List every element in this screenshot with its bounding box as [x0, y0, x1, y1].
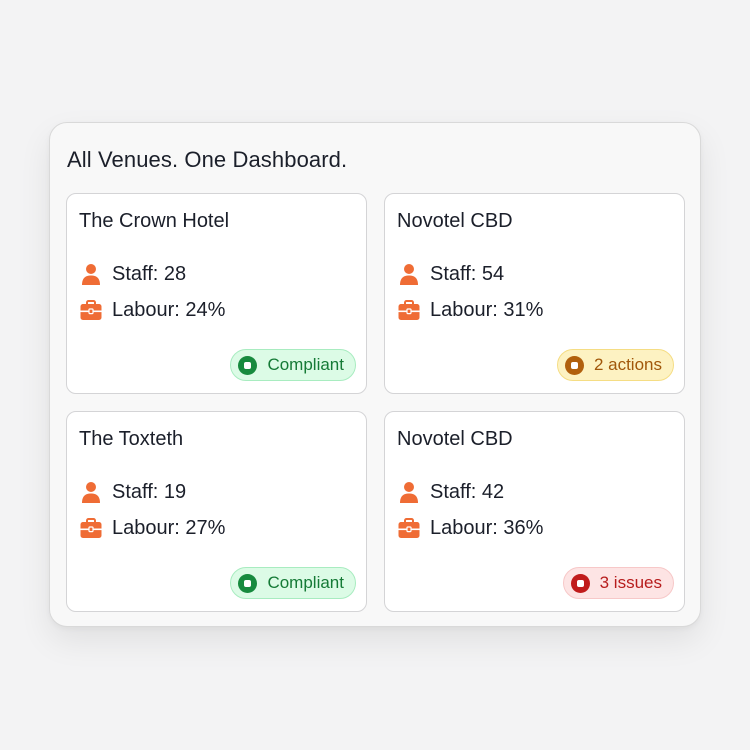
- venue-name: The Toxteth: [79, 428, 184, 450]
- labour-stat: Labour: 24%: [79, 298, 225, 322]
- status-label: 2 actions: [593, 355, 662, 374]
- briefcase-icon: [79, 298, 103, 322]
- venue-card[interactable]: The Crown Hotel Staff: 28 Labour: 24% Co…: [66, 193, 367, 394]
- briefcase-icon: [397, 298, 421, 322]
- staff-count: Staff: 42: [430, 480, 505, 503]
- briefcase-icon: [397, 516, 421, 540]
- status-badge: 2 actions: [556, 349, 674, 381]
- venue-card[interactable]: Novotel CBD Staff: 54 Labour: 31% 2 acti…: [384, 193, 685, 394]
- staff-stat: Staff: 42: [397, 480, 504, 504]
- staff-count: Staff: 54: [430, 262, 505, 285]
- staff-stat: Staff: 19: [79, 480, 186, 504]
- person-icon: [79, 262, 103, 286]
- dashboard-panel: All Venues. One Dashboard. The Crown Hot…: [49, 122, 701, 627]
- status-label: Compliant: [267, 573, 344, 592]
- venue-grid: The Crown Hotel Staff: 28 Labour: 24% Co…: [66, 193, 685, 612]
- status-label: Compliant: [267, 355, 344, 374]
- venue-name: Novotel CBD: [397, 428, 513, 450]
- labour-stat: Labour: 27%: [79, 516, 225, 540]
- person-icon: [397, 480, 421, 504]
- venue-card[interactable]: The Toxteth Staff: 19 Labour: 27% Compli…: [66, 411, 367, 612]
- staff-stat: Staff: 28: [79, 262, 186, 286]
- venue-name: The Crown Hotel: [79, 210, 230, 232]
- labour-percent: Labour: 36%: [430, 516, 544, 539]
- person-icon: [397, 262, 421, 286]
- person-icon: [79, 480, 103, 504]
- staff-stat: Staff: 54: [397, 262, 504, 286]
- status-dot-icon: [564, 355, 584, 375]
- status-badge: 3 issues: [562, 567, 674, 599]
- staff-count: Staff: 19: [112, 480, 187, 503]
- labour-percent: Labour: 27%: [112, 516, 226, 539]
- labour-percent: Labour: 24%: [112, 298, 226, 321]
- page-title: All Venues. One Dashboard.: [67, 147, 348, 172]
- staff-count: Staff: 28: [112, 262, 187, 285]
- status-dot-icon: [238, 355, 258, 375]
- status-label: 3 issues: [599, 573, 662, 592]
- status-badge: Compliant: [230, 567, 356, 599]
- status-dot-icon: [238, 573, 258, 593]
- venue-card[interactable]: Novotel CBD Staff: 42 Labour: 36% 3 issu…: [384, 411, 685, 612]
- status-badge: Compliant: [230, 349, 356, 381]
- status-dot-icon: [570, 573, 590, 593]
- labour-stat: Labour: 31%: [397, 298, 543, 322]
- briefcase-icon: [79, 516, 103, 540]
- labour-stat: Labour: 36%: [397, 516, 543, 540]
- venue-name: Novotel CBD: [397, 210, 513, 232]
- labour-percent: Labour: 31%: [430, 298, 544, 321]
